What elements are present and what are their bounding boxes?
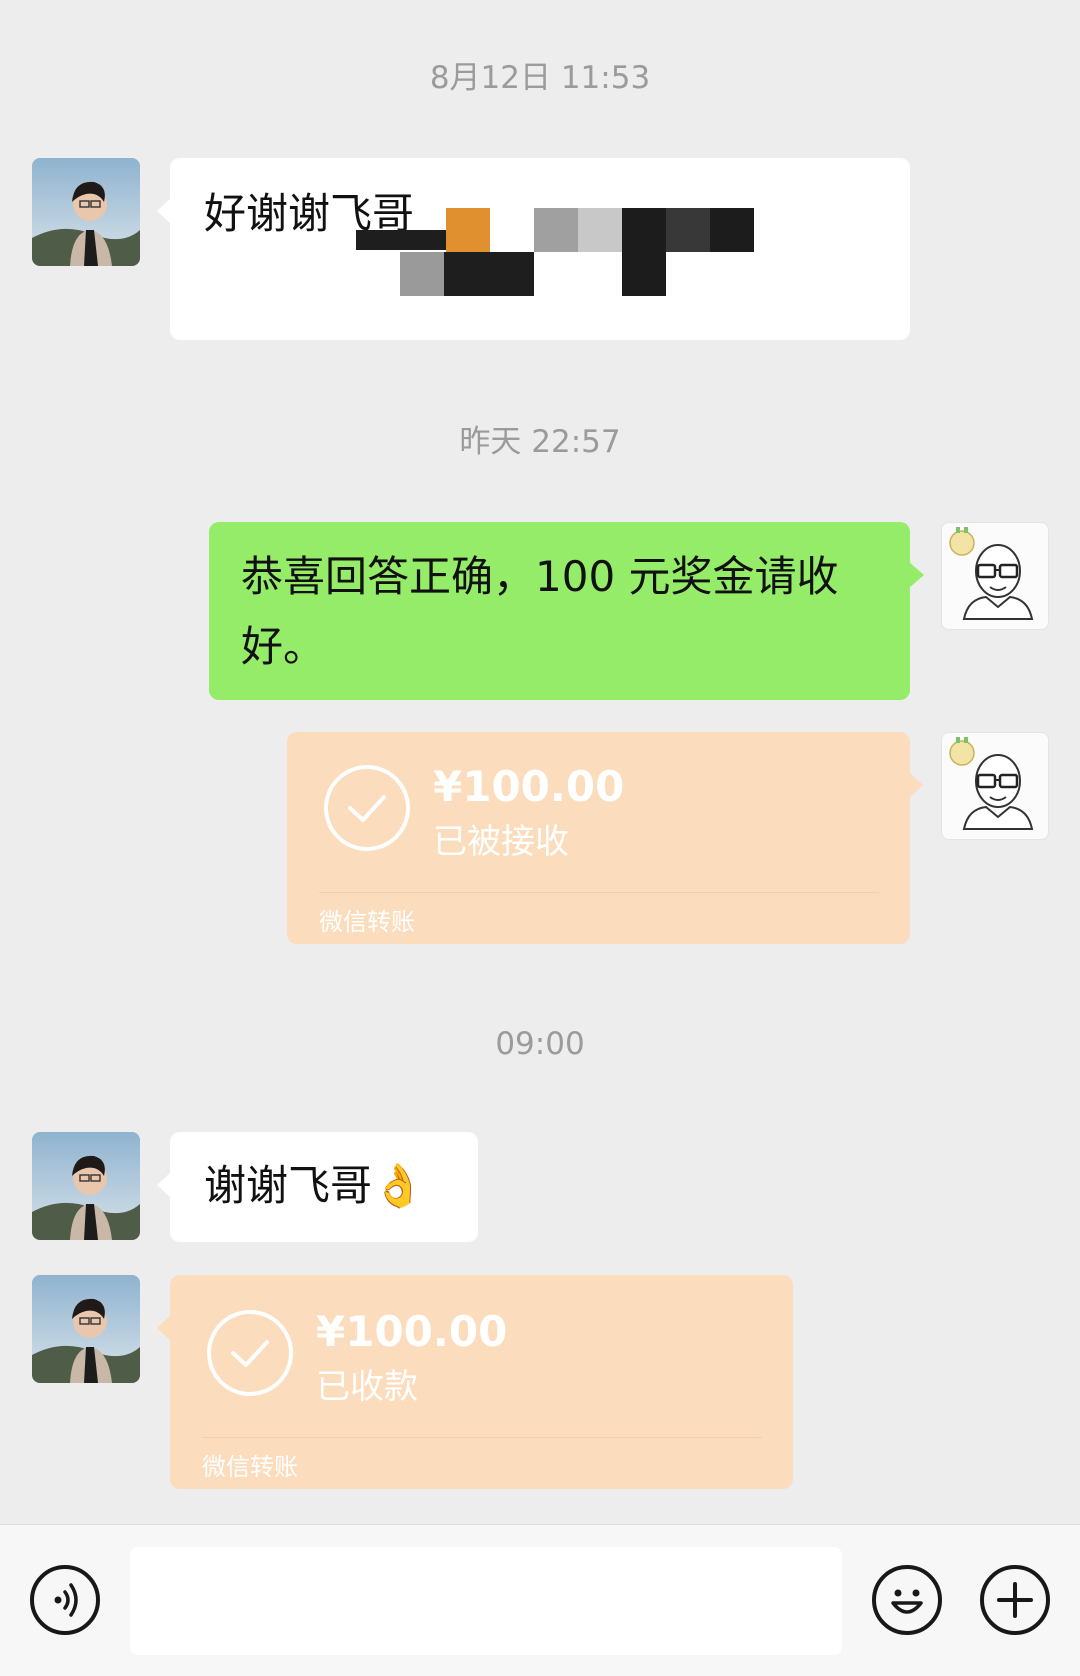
message-text: 恭喜回答正确，100 元奖金请收 好。 bbox=[241, 542, 839, 682]
contact-avatar[interactable] bbox=[32, 1132, 140, 1240]
timestamp: 昨天 22:57 bbox=[459, 424, 621, 460]
voice-icon bbox=[54, 1583, 78, 1617]
more-button[interactable] bbox=[980, 1565, 1050, 1635]
transfer-status: 已收款 bbox=[316, 1367, 418, 1407]
contact-avatar[interactable] bbox=[32, 158, 140, 266]
plus-icon bbox=[997, 1582, 1033, 1618]
divider bbox=[319, 892, 879, 893]
transfer-card[interactable]: ¥100.00 已收款 微信转账 bbox=[157, 1275, 793, 1489]
timestamp: 09:00 bbox=[495, 1026, 585, 1062]
voice-button[interactable] bbox=[30, 1565, 100, 1635]
input-toolbar bbox=[0, 1524, 1080, 1676]
message-text: 谢谢飞哥👌 bbox=[204, 1161, 425, 1210]
message-input[interactable] bbox=[130, 1547, 842, 1655]
timestamp: 8月12日 11:53 bbox=[429, 60, 651, 96]
message-line: 恭喜回答正确，100 元奖金请收 bbox=[241, 552, 839, 601]
transfer-card[interactable]: ¥100.00 已被接收 微信转账 bbox=[287, 732, 923, 944]
emoji-icon bbox=[891, 1589, 923, 1614]
message-line: 好。 bbox=[241, 622, 326, 671]
transfer-brand: 微信转账 bbox=[202, 1453, 298, 1481]
received-message-bubble[interactable]: 好谢谢飞哥 bbox=[157, 158, 910, 340]
check-circle-icon bbox=[207, 1310, 293, 1396]
check-circle-icon bbox=[324, 765, 410, 851]
divider bbox=[202, 1437, 762, 1438]
received-message-bubble[interactable]: 谢谢飞哥👌 bbox=[157, 1132, 478, 1242]
transfer-amount: ¥100.00 bbox=[433, 762, 625, 811]
transfer-amount: ¥100.00 bbox=[316, 1307, 508, 1356]
my-avatar[interactable] bbox=[941, 732, 1049, 840]
contact-avatar[interactable] bbox=[32, 1275, 140, 1383]
transfer-brand: 微信转账 bbox=[319, 908, 415, 936]
transfer-status: 已被接收 bbox=[433, 822, 569, 862]
emoji-button[interactable] bbox=[872, 1565, 942, 1635]
sent-message-bubble[interactable]: 恭喜回答正确，100 元奖金请收 好。 bbox=[209, 522, 924, 700]
my-avatar[interactable] bbox=[941, 522, 1049, 630]
